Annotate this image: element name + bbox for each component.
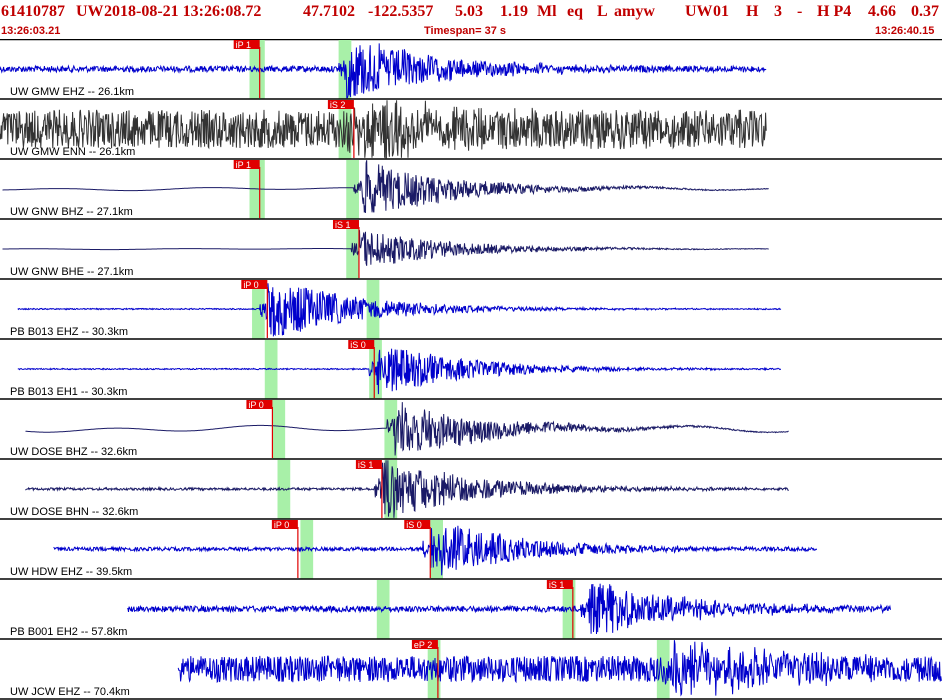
magnitude: 1.19 xyxy=(500,3,528,20)
channel-label: PB B013 EHZ -- 30.3km xyxy=(10,326,128,338)
event-id: 61410787 xyxy=(1,3,65,20)
channel-label: UW GMW ENN -- 26.1km xyxy=(10,146,135,158)
waveform xyxy=(17,283,782,337)
pick-label: iS 2 xyxy=(330,100,346,110)
pick-label: iP 0 xyxy=(274,520,289,530)
trace-row: iP 1 UW GNW BHZ -- 27.1km xyxy=(0,160,942,220)
waveform xyxy=(127,583,891,635)
channel-label: UW DOSE BHN -- 32.6km xyxy=(10,506,138,518)
analyst: amyw xyxy=(614,3,655,20)
channel-label: UW GMW EHZ -- 26.1km xyxy=(10,86,134,98)
pick-label: iS 1 xyxy=(335,220,351,230)
pick-label: iS 1 xyxy=(549,580,565,590)
waveform xyxy=(17,348,781,395)
trace-row: iS 2 UW GMW ENN -- 26.1km xyxy=(0,100,942,160)
channel-label: UW GNW BHZ -- 27.1km xyxy=(10,206,133,218)
seismogram-panel: iP 1 UW GMW EHZ -- 26.1km iS 2 UW GMW ENN -… xyxy=(0,39,942,700)
trace-row: eP 2 UW JCW EHZ -- 70.4km xyxy=(0,640,942,700)
trace-row: iP 0 iS 0 UW HDW EHZ -- 39.5km xyxy=(0,520,942,580)
value-a: 4.66 xyxy=(868,3,896,20)
waveform xyxy=(2,230,769,266)
event-summary-header: 61410787 UW 2018-08-21 13:26:08.72 47.71… xyxy=(0,0,942,24)
phase-count: 3 xyxy=(774,3,782,20)
start-time: 13:26:03.21 xyxy=(1,25,61,37)
pick-label: iP 1 xyxy=(236,40,251,50)
origin-datetime: 2018-08-21 13:26:08.72 xyxy=(104,3,262,20)
waveform xyxy=(25,402,789,456)
quality: H P4 xyxy=(817,3,852,20)
pick-label: iP 0 xyxy=(243,280,258,290)
event-type: eq xyxy=(567,3,583,20)
dash: - xyxy=(797,3,803,20)
time-range-bar: 13:26:03.21 Timespan= 37 s 13:26:40.15 xyxy=(0,24,942,39)
channel-label: UW HDW EHZ -- 39.5km xyxy=(10,566,132,578)
pick-label: iS 0 xyxy=(406,520,422,530)
trace-row: iS 1 UW GNW BHE -- 27.1km xyxy=(0,220,942,280)
pick-label: eP 2 xyxy=(414,640,432,650)
value-b: 0.37 xyxy=(911,3,939,20)
channel-label: PB B013 EH1 -- 30.3km xyxy=(10,386,127,398)
pick-window xyxy=(272,400,286,459)
version: 01 xyxy=(713,3,729,20)
waveform xyxy=(177,640,942,697)
depth: 5.03 xyxy=(455,3,483,20)
longitude: -122.5357 xyxy=(368,3,434,20)
h-label: H xyxy=(746,3,759,20)
trace-row: iP 1 UW GMW EHZ -- 26.1km xyxy=(0,40,942,100)
channel-label: UW DOSE BHZ -- 32.6km xyxy=(10,446,137,458)
trace-row: iS 1 PB B001 EH2 -- 57.8km xyxy=(0,580,942,640)
channel-label: PB B001 EH2 -- 57.8km xyxy=(10,626,127,638)
timespan: Timespan= 37 s xyxy=(424,25,507,37)
network-code: UW xyxy=(76,3,104,20)
trace-row: iP 0 PB B013 EHZ -- 30.3km xyxy=(0,280,942,340)
end-time: 13:26:40.15 xyxy=(875,25,935,37)
source: UW xyxy=(685,3,713,20)
trace-row: iP 0 UW DOSE BHZ -- 32.6km xyxy=(0,400,942,460)
latitude: 47.7102 xyxy=(303,3,355,20)
channel-label: UW JCW EHZ -- 70.4km xyxy=(10,686,130,698)
pick-label: iP 0 xyxy=(248,400,263,410)
pick-label: iS 1 xyxy=(358,460,374,470)
event-flag: L xyxy=(597,3,608,20)
trace-row: iS 0 PB B013 EH1 -- 30.3km xyxy=(0,340,942,400)
channel-label: UW GNW BHE -- 27.1km xyxy=(10,266,133,278)
magnitude-type: Ml xyxy=(537,3,557,20)
waveform xyxy=(2,160,769,213)
pick-label: iS 0 xyxy=(350,340,366,350)
waveform xyxy=(25,460,789,518)
pick-label: iP 1 xyxy=(236,160,251,170)
trace-row: iS 1 UW DOSE BHN -- 32.6km xyxy=(0,460,942,520)
